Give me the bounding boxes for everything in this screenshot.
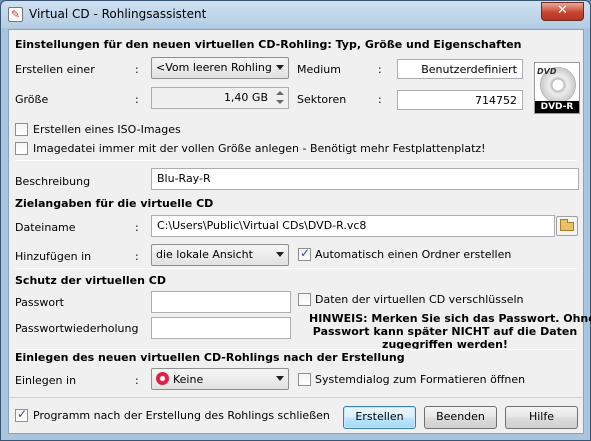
format-dialog-checkbox[interactable]: [298, 373, 311, 386]
insert-drive-value: Keine: [173, 373, 204, 386]
encrypt-checkbox[interactable]: [298, 293, 311, 306]
window-title: Virtual CD - Rohlingsassistent: [29, 7, 207, 21]
help-button[interactable]: Hilfe: [505, 406, 578, 429]
sectors-label: Sektoren: [297, 93, 347, 106]
quit-button[interactable]: Beenden: [424, 406, 497, 429]
auto-folder-label: Automatisch einen Ordner erstellen: [315, 248, 512, 261]
section-protection-heading: Schutz der virtuellen CD: [15, 274, 166, 287]
medium-colon: :: [378, 63, 382, 76]
title-bar[interactable]: ✎ Virtual CD - Rohlingsassistent ✕: [1, 1, 590, 28]
close-after-checkbox[interactable]: [15, 407, 28, 422]
app-icon: ✎: [8, 7, 23, 22]
add-to-label: Hinzufügen in: [15, 250, 92, 263]
password-label: Passwort: [15, 296, 64, 309]
fullsize-label: Imagedatei immer mit der vollen Größe an…: [33, 142, 486, 155]
chevron-down-icon: [276, 65, 284, 70]
separator: [15, 268, 577, 269]
iso-image-checkbox[interactable]: [15, 123, 28, 136]
hint-line-1: HINWEIS: Merken Sie sich das Passwort. O…: [309, 312, 591, 325]
size-value: 1,40 GB: [223, 91, 268, 104]
spin-up-icon[interactable]: [274, 89, 286, 98]
password-repeat-label: Passwortwiederholung: [15, 322, 139, 335]
size-colon: :: [135, 93, 139, 106]
insert-label: Einlegen in: [15, 374, 77, 387]
medium-label: Medium: [297, 63, 341, 76]
sectors-field: 714752: [397, 90, 523, 110]
fullsize-checkbox[interactable]: [15, 142, 28, 155]
auto-folder-checkbox[interactable]: [298, 246, 311, 261]
dvd-logo-text: DVD: [537, 67, 557, 76]
add-to-colon: :: [135, 250, 139, 263]
section-target-heading: Zielangaben für die virtuelle CD: [15, 197, 214, 210]
separator: [15, 160, 577, 161]
sectors-colon: :: [378, 93, 382, 106]
create-type-combo[interactable]: <Vom leeren Rohling: [151, 57, 289, 79]
dvd-r-badge: DVD-R: [535, 101, 579, 113]
add-to-value: die lokale Ansicht: [156, 248, 253, 261]
close-window-button[interactable]: ✕: [541, 2, 584, 21]
close-after-label: Programm nach der Erstellung des Rohling…: [33, 409, 330, 422]
create-type-value: <Vom leeren Rohling: [156, 61, 272, 74]
dvd-r-media-image: DVD DVD-R: [534, 62, 580, 114]
chevron-down-icon: [276, 252, 284, 257]
create-label: Erstellen einer: [15, 63, 95, 76]
format-dialog-label: Systemdialog zum Formatieren öffnen: [315, 373, 526, 386]
create-colon: :: [135, 63, 139, 76]
size-label: Größe: [15, 93, 49, 106]
iso-image-label: Erstellen eines ISO-Images: [33, 123, 181, 136]
no-drive-icon: [156, 372, 169, 385]
dialog-client-area: Einstellungen für den neuen virtuellen C…: [8, 29, 591, 434]
insert-drive-combo[interactable]: Keine: [151, 368, 289, 390]
password-repeat-input[interactable]: [151, 317, 291, 339]
footer-bar: Programm nach der Erstellung des Rohling…: [9, 397, 583, 433]
hint-line-2: Passwort kann später NICHT auf die Daten: [312, 325, 578, 338]
spin-down-icon[interactable]: [274, 98, 286, 107]
dialog-window: ✎ Virtual CD - Rohlingsassistent ✕ Einst…: [0, 0, 591, 441]
separator: [15, 349, 577, 350]
description-input[interactable]: Blu-Ray-R: [151, 168, 579, 190]
encrypt-label: Daten der virtuellen CD verschlüsseln: [315, 293, 524, 306]
filename-label: Dateiname: [15, 221, 76, 234]
password-input[interactable]: [151, 291, 291, 313]
folder-icon: [560, 219, 574, 231]
chevron-down-icon: [276, 376, 284, 381]
filename-colon: :: [135, 221, 139, 234]
add-to-combo[interactable]: die lokale Ansicht: [151, 244, 289, 266]
medium-field: Benutzerdefiniert: [397, 59, 523, 79]
create-button[interactable]: Erstellen: [343, 406, 416, 429]
password-hint: HINWEIS: Merken Sie sich das Passwort. O…: [309, 312, 591, 351]
browse-folder-button[interactable]: [556, 216, 578, 236]
section-insert-heading: Einlegen des neuen virtuellen CD-Rohling…: [15, 351, 405, 364]
size-spinner[interactable]: 1,40 GB: [151, 87, 289, 109]
section-settings-heading: Einstellungen für den neuen virtuellen C…: [15, 38, 522, 51]
description-label: Beschreibung: [15, 175, 91, 188]
filename-input[interactable]: C:\Users\Public\Virtual CDs\DVD-R.vc8: [151, 215, 555, 237]
insert-colon: :: [135, 374, 139, 387]
